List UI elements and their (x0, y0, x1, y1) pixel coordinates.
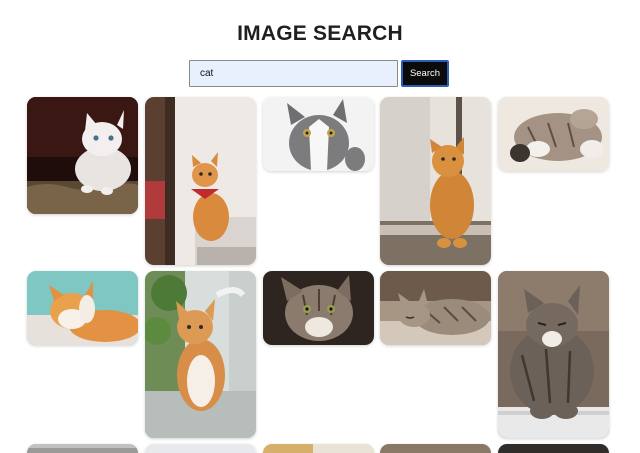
image-result-partial-3[interactable] (263, 444, 374, 453)
image-result-partial-2[interactable] (145, 444, 256, 453)
image-result-partial-5[interactable] (498, 444, 609, 453)
search-bar: Search (189, 60, 449, 87)
image-result-partial-1[interactable] (27, 444, 138, 453)
search-button[interactable]: Search (401, 60, 449, 87)
image-result-cat-by-window[interactable] (380, 97, 491, 265)
image-result-partial-4[interactable] (380, 444, 491, 453)
image-result-grey-white-cat[interactable] (263, 97, 374, 171)
image-result-tabby-closeup[interactable] (263, 271, 374, 345)
image-result-cat-licking-paw[interactable] (27, 271, 138, 345)
image-result-tabby-paws-up[interactable] (498, 97, 609, 171)
image-search-page: IMAGE SEARCH Search (0, 0, 640, 453)
image-result-white-kitten[interactable] (27, 97, 138, 214)
image-result-sleeping-tabby[interactable] (380, 271, 491, 345)
page-title: IMAGE SEARCH (237, 22, 403, 45)
image-result-grumpy-tabby[interactable] (498, 271, 609, 438)
image-result-cat-with-bandana[interactable] (145, 97, 256, 265)
image-result-cat-near-door[interactable] (145, 271, 256, 438)
search-input[interactable] (189, 60, 398, 87)
